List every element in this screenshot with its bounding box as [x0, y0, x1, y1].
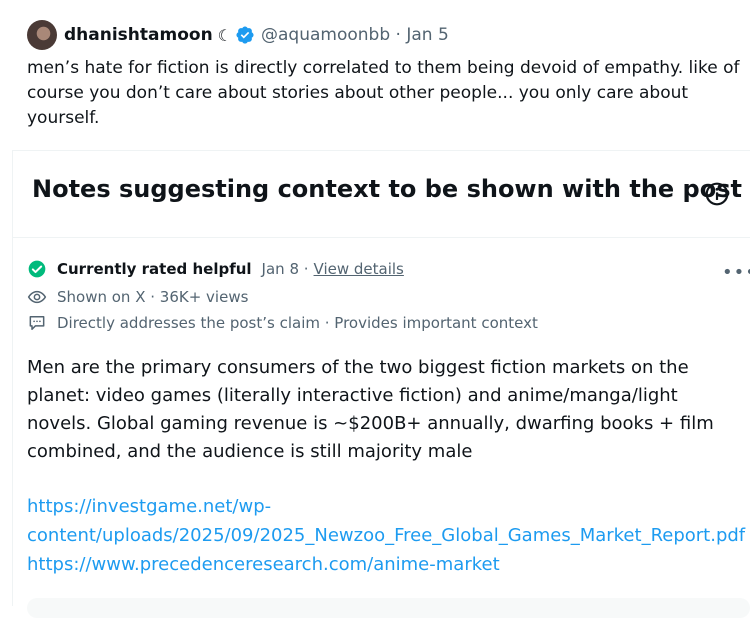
note-body: Men are the primary consumers of the two…	[27, 357, 714, 462]
next-card	[27, 598, 750, 618]
notes-section-title: Notes suggesting context to be shown wit…	[32, 175, 742, 203]
note-links: https://investgame.net/wp-content/upload…	[27, 492, 745, 579]
source-link-2[interactable]: https://www.precedenceresearch.com/anime…	[27, 550, 742, 579]
note-date: Jan 8 ·	[261, 260, 309, 278]
note-reasons-row: Directly addresses the post’s claim · Pr…	[27, 313, 538, 333]
check-circle-icon	[28, 260, 46, 278]
note-shown-row: Shown on X · 36K+ views	[27, 287, 248, 307]
avatar[interactable]	[27, 20, 57, 50]
note-shown-text: Shown on X · 36K+ views	[57, 288, 249, 306]
post-header: dhanishtamoon ☾ @aquamoonbb · Jan 5	[64, 23, 449, 47]
post-text: men’s hate for fiction is directly corre…	[27, 58, 740, 128]
author-name[interactable]: dhanishtamoon	[64, 25, 213, 45]
thread-divider	[12, 150, 13, 606]
verified-badge-icon	[236, 26, 254, 44]
more-icon[interactable]: •••	[722, 262, 750, 283]
post: dhanishtamoon ☾ @aquamoonbb · Jan 5 men’…	[0, 0, 750, 150]
divider	[12, 237, 750, 238]
note-status: Currently rated helpful	[57, 260, 252, 278]
eye-icon	[27, 290, 47, 304]
view-details-link[interactable]: View details	[314, 260, 404, 278]
info-icon[interactable]	[704, 181, 730, 207]
source-link-1[interactable]: https://investgame.net/wp-content/upload…	[27, 492, 745, 550]
note-reasons-text: Directly addresses the post’s claim · Pr…	[57, 314, 538, 332]
moon-emoji: ☾	[217, 25, 233, 45]
comment-icon	[29, 316, 45, 330]
handle-and-date[interactable]: @aquamoonbb · Jan 5	[261, 25, 449, 45]
source-link-1-part-b[interactable]: content/uploads/2025/09/2025_Newzoo_Free…	[27, 525, 745, 546]
source-link-1-part-a[interactable]: https://investgame.net/wp-	[27, 496, 271, 517]
divider	[12, 150, 750, 151]
note-status-row: Currently rated helpful Jan 8 · View det…	[27, 259, 404, 279]
